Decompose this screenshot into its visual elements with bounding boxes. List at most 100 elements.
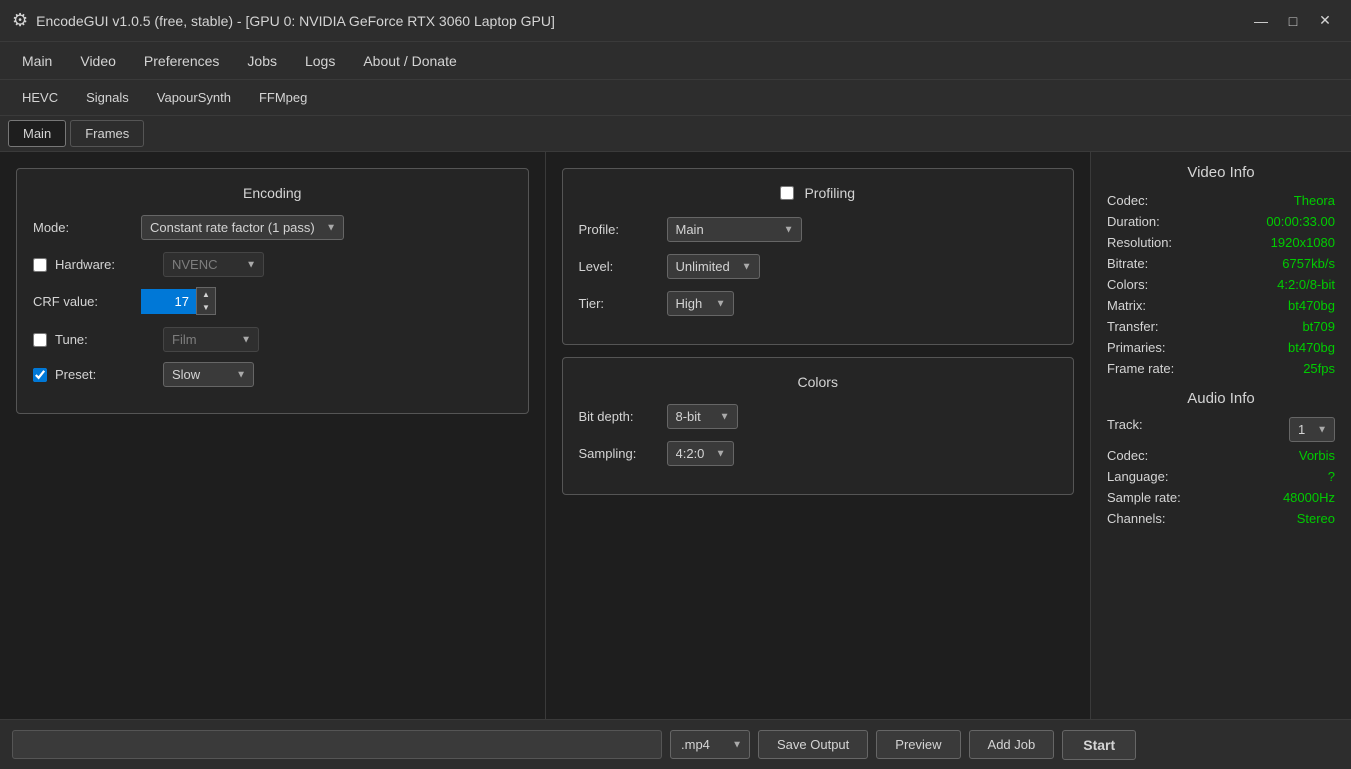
- language-label: Language:: [1107, 469, 1168, 484]
- sub-tab-vapoursynth[interactable]: VapourSynth: [143, 85, 245, 110]
- sub-sub-tabs: Main Frames: [0, 116, 1351, 152]
- tune-label: Tune:: [55, 332, 155, 347]
- preset-row: Preset: Slow Medium Fast Faster Veryslow: [33, 362, 512, 387]
- hardware-select[interactable]: NVENC QuickSync AMF: [163, 252, 264, 277]
- menu-item-about-donate[interactable]: About / Donate: [349, 47, 470, 75]
- audio-codec-row: Codec: Vorbis: [1107, 448, 1335, 463]
- title-bar: ⚙ EncodeGUI v1.0.5 (free, stable) - [GPU…: [0, 0, 1351, 42]
- mode-select[interactable]: Constant rate factor (1 pass) Average bi…: [141, 215, 344, 240]
- preset-select[interactable]: Slow Medium Fast Faster Veryslow: [163, 362, 254, 387]
- title-text: EncodeGUI v1.0.5 (free, stable) - [GPU 0…: [36, 13, 555, 29]
- sub-tab-hevc[interactable]: HEVC: [8, 85, 72, 110]
- sampling-select[interactable]: 4:2:0 4:2:2 4:4:4: [667, 441, 734, 466]
- sub-tab-signals[interactable]: Signals: [72, 85, 143, 110]
- app-icon: ⚙: [12, 10, 28, 31]
- level-select[interactable]: Unlimited 4.0 4.1 5.0: [667, 254, 760, 279]
- tune-row: Tune: Film Animation Grain: [33, 327, 512, 352]
- tier-label: Tier:: [579, 296, 659, 311]
- profiling-checkbox[interactable]: [780, 186, 794, 200]
- transfer-value: bt709: [1302, 319, 1335, 334]
- primaries-row: Primaries: bt470bg: [1107, 340, 1335, 355]
- audio-codec-label: Codec:: [1107, 448, 1148, 463]
- preset-label: Preset:: [55, 367, 155, 382]
- hardware-checkbox[interactable]: [33, 258, 47, 272]
- left-panel: Encoding Mode: Constant rate factor (1 p…: [0, 152, 546, 719]
- primaries-value: bt470bg: [1288, 340, 1335, 355]
- colors-row: Colors: 4:2:0/8-bit: [1107, 277, 1335, 292]
- tier-select[interactable]: High Main: [667, 291, 734, 316]
- tune-checkbox[interactable]: [33, 333, 47, 347]
- menu-item-logs[interactable]: Logs: [291, 47, 349, 75]
- profiling-header: Profiling: [579, 185, 1058, 201]
- profile-label: Profile:: [579, 222, 659, 237]
- menu-bar: Main Video Preferences Jobs Logs About /…: [0, 42, 1351, 80]
- tier-row: Tier: High Main: [579, 291, 1058, 316]
- encoding-title: Encoding: [33, 185, 512, 201]
- profiling-section: Profiling Profile: Main Main 10 Main Sti…: [562, 168, 1075, 345]
- matrix-row: Matrix: bt470bg: [1107, 298, 1335, 313]
- audio-track-label: Track:: [1107, 417, 1143, 442]
- resolution-label: Resolution:: [1107, 235, 1172, 250]
- format-select[interactable]: .mp4 .mkv .avi .mov: [670, 730, 750, 759]
- crf-label: CRF value:: [33, 294, 133, 309]
- level-select-wrapper: Unlimited 4.0 4.1 5.0: [667, 254, 760, 279]
- maximize-button[interactable]: □: [1279, 9, 1307, 33]
- video-codec-label: Codec:: [1107, 193, 1148, 208]
- channels-label: Channels:: [1107, 511, 1166, 526]
- audio-info-title: Audio Info: [1107, 390, 1335, 407]
- mode-label: Mode:: [33, 220, 133, 235]
- crf-decrement-button[interactable]: ▼: [197, 301, 215, 314]
- sub-tab-ffmpeg[interactable]: FFMpeg: [245, 85, 321, 110]
- crf-increment-button[interactable]: ▲: [197, 288, 215, 301]
- bitrate-label: Bitrate:: [1107, 256, 1148, 271]
- track-select[interactable]: 1 2: [1289, 417, 1335, 442]
- level-row: Level: Unlimited 4.0 4.1 5.0: [579, 254, 1058, 279]
- right-panel: Profiling Profile: Main Main 10 Main Sti…: [546, 152, 1092, 719]
- bitdepth-select-wrapper: 8-bit 10-bit 12-bit: [667, 404, 738, 429]
- matrix-value: bt470bg: [1288, 298, 1335, 313]
- resolution-value: 1920x1080: [1271, 235, 1335, 250]
- bitdepth-select[interactable]: 8-bit 10-bit 12-bit: [667, 404, 738, 429]
- tune-select-wrapper: Film Animation Grain: [163, 327, 259, 352]
- framerate-value: 25fps: [1303, 361, 1335, 376]
- bitrate-value: 6757kb/s: [1282, 256, 1335, 271]
- menu-item-preferences[interactable]: Preferences: [130, 47, 233, 75]
- tab-main[interactable]: Main: [8, 120, 66, 147]
- title-bar-left: ⚙ EncodeGUI v1.0.5 (free, stable) - [GPU…: [12, 10, 555, 31]
- tune-select[interactable]: Film Animation Grain: [163, 327, 259, 352]
- audio-codec-value: Vorbis: [1299, 448, 1335, 463]
- close-button[interactable]: ✕: [1311, 9, 1339, 33]
- sampling-select-wrapper: 4:2:0 4:2:2 4:4:4: [667, 441, 734, 466]
- sub-tabs: HEVC Signals VapourSynth FFMpeg: [0, 80, 1351, 116]
- transfer-label: Transfer:: [1107, 319, 1159, 334]
- encoding-section: Encoding Mode: Constant rate factor (1 p…: [16, 168, 529, 414]
- track-select-wrapper: 1 2: [1289, 417, 1335, 442]
- colors-section: Colors Bit depth: 8-bit 10-bit 12-bit Sa…: [562, 357, 1075, 495]
- preset-checkbox[interactable]: [33, 368, 47, 382]
- resolution-row: Resolution: 1920x1080: [1107, 235, 1335, 250]
- duration-value: 00:00:33.00: [1266, 214, 1335, 229]
- framerate-label: Frame rate:: [1107, 361, 1174, 376]
- add-job-button[interactable]: Add Job: [969, 730, 1055, 759]
- menu-item-main[interactable]: Main: [8, 47, 66, 75]
- channels-value: Stereo: [1297, 511, 1335, 526]
- tab-frames[interactable]: Frames: [70, 120, 144, 147]
- primaries-label: Primaries:: [1107, 340, 1166, 355]
- sampling-label: Sampling:: [579, 446, 659, 461]
- crf-input[interactable]: [141, 289, 196, 314]
- output-path-input[interactable]: [12, 730, 662, 759]
- minimize-button[interactable]: —: [1247, 9, 1275, 33]
- menu-item-video[interactable]: Video: [66, 47, 130, 75]
- colors-value: 4:2:0/8-bit: [1277, 277, 1335, 292]
- start-button[interactable]: Start: [1062, 730, 1136, 760]
- framerate-row: Frame rate: 25fps: [1107, 361, 1335, 376]
- video-codec-row: Codec: Theora: [1107, 193, 1335, 208]
- bitdepth-row: Bit depth: 8-bit 10-bit 12-bit: [579, 404, 1058, 429]
- sampling-row: Sampling: 4:2:0 4:2:2 4:4:4: [579, 441, 1058, 466]
- crf-spinners: ▲ ▼: [196, 287, 216, 315]
- menu-item-jobs[interactable]: Jobs: [233, 47, 291, 75]
- profile-select-wrapper: Main Main 10 Main Still Picture: [667, 217, 802, 242]
- save-output-button[interactable]: Save Output: [758, 730, 868, 759]
- profile-select[interactable]: Main Main 10 Main Still Picture: [667, 217, 802, 242]
- preview-button[interactable]: Preview: [876, 730, 960, 759]
